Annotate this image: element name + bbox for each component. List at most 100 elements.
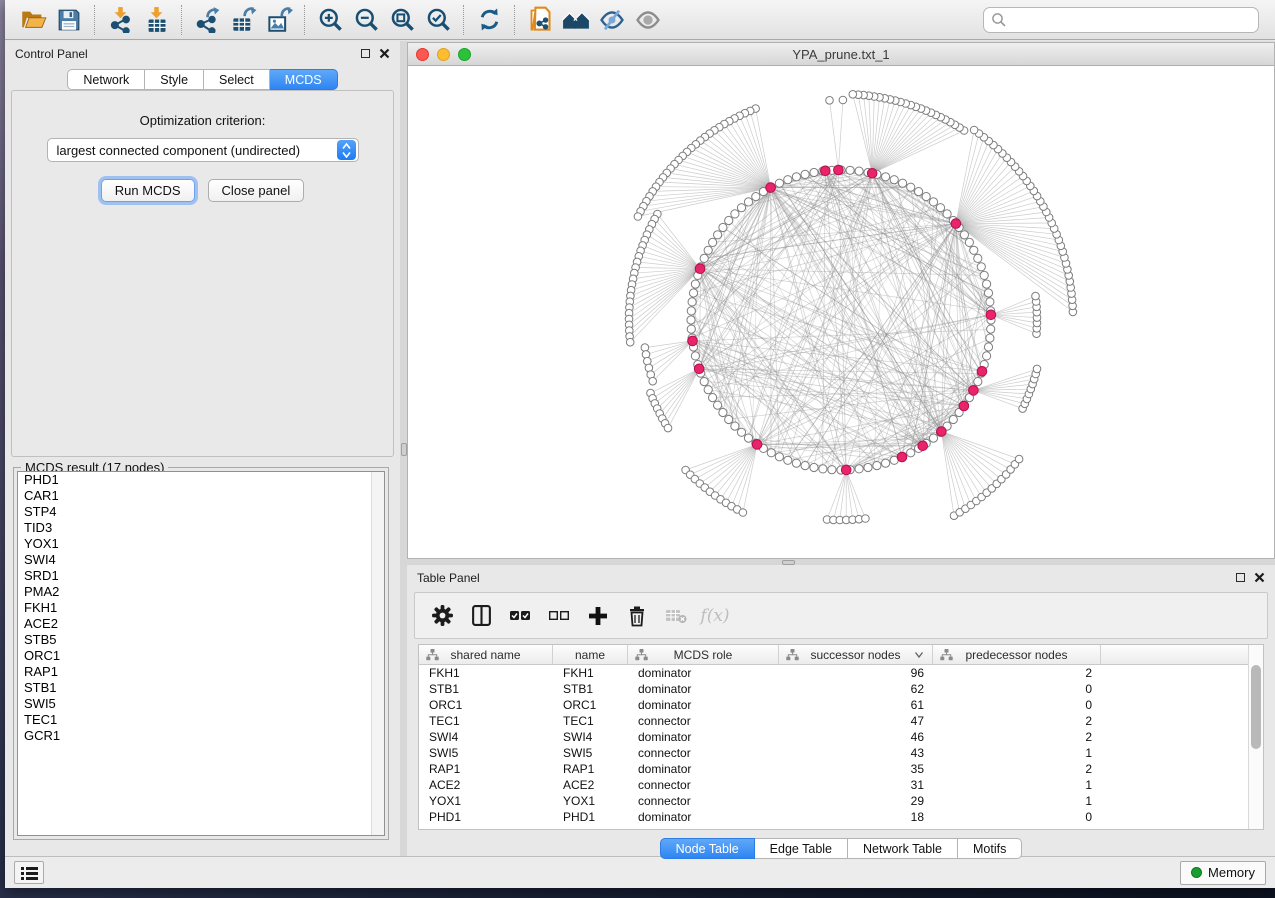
- table-cell[interactable]: connector: [628, 745, 779, 761]
- table-row[interactable]: STB1STB1dominator620: [419, 681, 1263, 697]
- table-cell[interactable]: 1: [933, 793, 1101, 809]
- zoom-out-button[interactable]: [348, 3, 384, 37]
- table-cell[interactable]: 2: [933, 665, 1101, 681]
- close-panel-icon[interactable]: [379, 48, 390, 59]
- float-panel-icon[interactable]: [361, 49, 370, 58]
- network-document-button[interactable]: [522, 3, 558, 37]
- tab-mcds[interactable]: MCDS: [270, 69, 338, 90]
- criterion-select[interactable]: largest connected component (undirected): [47, 138, 359, 162]
- add-entry-button[interactable]: [583, 601, 613, 631]
- mcds-result-list[interactable]: PHD1CAR1STP4TID3YOX1SWI4SRD1PMA2FKH1ACE2…: [17, 471, 385, 836]
- table-cell[interactable]: STB1: [419, 681, 553, 697]
- search-input[interactable]: [1007, 12, 1251, 27]
- zoom-fit-button[interactable]: [384, 3, 420, 37]
- mcds-result-item[interactable]: ORC1: [18, 648, 384, 664]
- column-header-name[interactable]: name: [553, 645, 628, 664]
- sort-menu-icon[interactable]: [914, 651, 924, 659]
- clear-selection-button[interactable]: [544, 601, 574, 631]
- export-table-button[interactable]: [225, 3, 261, 37]
- table-row[interactable]: FKH1FKH1dominator962: [419, 665, 1263, 681]
- table-cell[interactable]: 31: [779, 777, 933, 793]
- float-panel-icon[interactable]: [1236, 573, 1245, 582]
- mcds-result-item[interactable]: SWI4: [18, 552, 384, 568]
- table-row[interactable]: PHD1PHD1dominator180: [419, 809, 1263, 825]
- table-cell[interactable]: connector: [628, 793, 779, 809]
- mcds-result-scrollbar[interactable]: [371, 472, 384, 835]
- memory-button[interactable]: Memory: [1180, 861, 1266, 885]
- splitter-grip[interactable]: [401, 443, 407, 456]
- table-cell[interactable]: 2: [933, 713, 1101, 729]
- tab-edge-table[interactable]: Edge Table: [755, 838, 848, 859]
- table-cell[interactable]: 1: [933, 777, 1101, 793]
- table-cell[interactable]: RAP1: [419, 761, 553, 777]
- tab-motifs[interactable]: Motifs: [958, 838, 1022, 859]
- mcds-result-item[interactable]: YOX1: [18, 536, 384, 552]
- tab-network[interactable]: Network: [67, 69, 145, 90]
- import-table-button[interactable]: [138, 3, 174, 37]
- mcds-result-item[interactable]: SWI5: [18, 696, 384, 712]
- refresh-view-button[interactable]: [471, 3, 507, 37]
- table-row[interactable]: SWI4SWI4dominator462: [419, 729, 1263, 745]
- settings-gear-button[interactable]: [427, 601, 457, 631]
- import-network-button[interactable]: [102, 3, 138, 37]
- export-network-button[interactable]: [189, 3, 225, 37]
- table-cell[interactable]: dominator: [628, 697, 779, 713]
- search-box[interactable]: [983, 7, 1259, 33]
- close-panel-icon[interactable]: [1254, 572, 1265, 583]
- column-header-mcds-role[interactable]: MCDS role: [628, 645, 779, 664]
- tab-style[interactable]: Style: [145, 69, 204, 90]
- split-panel-button[interactable]: [466, 601, 496, 631]
- table-cell[interactable]: PHD1: [419, 809, 553, 825]
- network-graph[interactable]: [408, 66, 1274, 558]
- table-cell[interactable]: 18: [779, 809, 933, 825]
- mcds-result-item[interactable]: TEC1: [18, 712, 384, 728]
- mcds-result-item[interactable]: STP4: [18, 504, 384, 520]
- column-header-predecessor-nodes[interactable]: predecessor nodes: [933, 645, 1101, 664]
- table-cell[interactable]: YOX1: [553, 793, 628, 809]
- panel-splitter-vertical[interactable]: [400, 41, 407, 856]
- table-cell[interactable]: 43: [779, 745, 933, 761]
- tab-network-table[interactable]: Network Table: [848, 838, 958, 859]
- mcds-result-item[interactable]: ACE2: [18, 616, 384, 632]
- zoom-in-button[interactable]: [312, 3, 348, 37]
- table-cell[interactable]: 1: [933, 745, 1101, 761]
- table-cell[interactable]: dominator: [628, 809, 779, 825]
- table-cell[interactable]: ORC1: [553, 697, 628, 713]
- table-cell[interactable]: SWI4: [553, 729, 628, 745]
- table-cell[interactable]: FKH1: [553, 665, 628, 681]
- table-cell[interactable]: 0: [933, 809, 1101, 825]
- table-row[interactable]: ACE2ACE2connector311: [419, 777, 1263, 793]
- mcds-result-item[interactable]: TID3: [18, 520, 384, 536]
- hide-details-button[interactable]: [594, 3, 630, 37]
- table-cell[interactable]: ACE2: [553, 777, 628, 793]
- mcds-result-item[interactable]: RAP1: [18, 664, 384, 680]
- table-cell[interactable]: TEC1: [419, 713, 553, 729]
- mcds-result-item[interactable]: PMA2: [18, 584, 384, 600]
- table-cell[interactable]: 29: [779, 793, 933, 809]
- table-cell[interactable]: FKH1: [419, 665, 553, 681]
- table-cell[interactable]: 46: [779, 729, 933, 745]
- table-cell[interactable]: 62: [779, 681, 933, 697]
- table-cell[interactable]: TEC1: [553, 713, 628, 729]
- close-panel-button[interactable]: Close panel: [208, 179, 305, 202]
- table-cell[interactable]: dominator: [628, 665, 779, 681]
- table-cell[interactable]: 35: [779, 761, 933, 777]
- open-folder-button[interactable]: [15, 3, 51, 37]
- table-cell[interactable]: PHD1: [553, 809, 628, 825]
- table-cell[interactable]: RAP1: [553, 761, 628, 777]
- table-cell[interactable]: 96: [779, 665, 933, 681]
- table-cell[interactable]: ACE2: [419, 777, 553, 793]
- table-cell[interactable]: ORC1: [419, 697, 553, 713]
- zoom-selected-button[interactable]: [420, 3, 456, 37]
- run-mcds-button[interactable]: Run MCDS: [101, 179, 195, 202]
- table-cell[interactable]: dominator: [628, 681, 779, 697]
- show-details-button[interactable]: [630, 3, 666, 37]
- table-cell[interactable]: SWI5: [419, 745, 553, 761]
- mcds-result-item[interactable]: PHD1: [18, 472, 384, 488]
- splitter-grip[interactable]: [782, 560, 795, 565]
- tab-node-table[interactable]: Node Table: [660, 838, 755, 859]
- table-cell[interactable]: 2: [933, 761, 1101, 777]
- table-row[interactable]: SWI5SWI5connector431: [419, 745, 1263, 761]
- table-cell[interactable]: SWI5: [553, 745, 628, 761]
- table-scrollbar-thumb[interactable]: [1251, 665, 1261, 749]
